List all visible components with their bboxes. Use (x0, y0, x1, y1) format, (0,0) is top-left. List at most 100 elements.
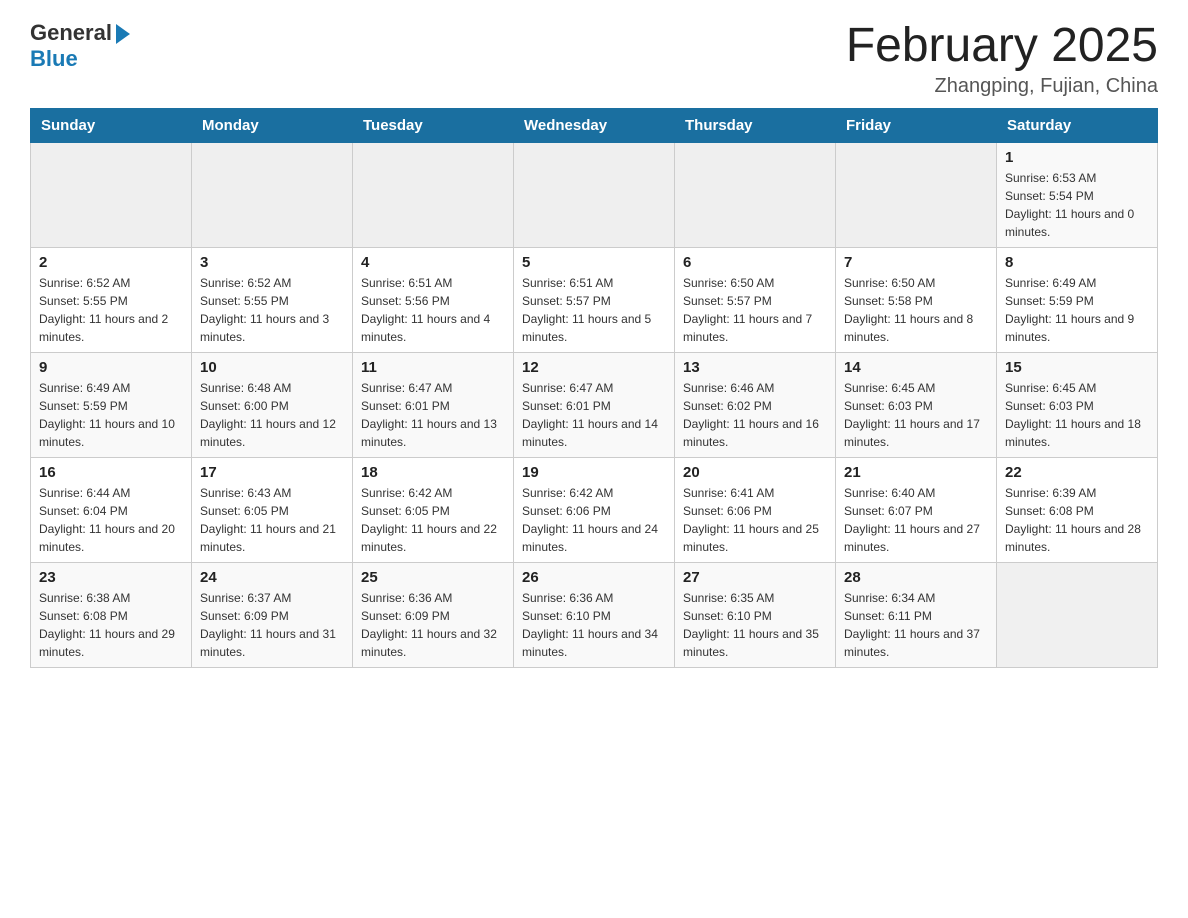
day-info: Sunrise: 6:50 AM Sunset: 5:58 PM Dayligh… (844, 274, 988, 346)
calendar-cell (31, 142, 192, 247)
calendar-cell: 20 Sunrise: 6:41 AM Sunset: 6:06 PM Dayli… (675, 457, 836, 562)
calendar-cell: 11 Sunrise: 6:47 AM Sunset: 6:01 PM Dayli… (353, 352, 514, 457)
day-number: 3 (200, 254, 344, 271)
day-number: 17 (200, 464, 344, 481)
calendar-table: SundayMondayTuesdayWednesdayThursdayFrid… (30, 108, 1158, 668)
day-info: Sunrise: 6:50 AM Sunset: 5:57 PM Dayligh… (683, 274, 827, 346)
day-info: Sunrise: 6:52 AM Sunset: 5:55 PM Dayligh… (200, 274, 344, 346)
day-info: Sunrise: 6:46 AM Sunset: 6:02 PM Dayligh… (683, 379, 827, 451)
day-info: Sunrise: 6:49 AM Sunset: 5:59 PM Dayligh… (1005, 274, 1149, 346)
calendar-cell (514, 142, 675, 247)
calendar-cell: 10 Sunrise: 6:48 AM Sunset: 6:00 PM Dayli… (192, 352, 353, 457)
day-number: 16 (39, 464, 183, 481)
day-info: Sunrise: 6:42 AM Sunset: 6:06 PM Dayligh… (522, 484, 666, 556)
day-number: 18 (361, 464, 505, 481)
calendar-body: 1 Sunrise: 6:53 AM Sunset: 5:54 PM Daylig… (31, 142, 1158, 667)
calendar-cell: 28 Sunrise: 6:34 AM Sunset: 6:11 PM Dayli… (836, 562, 997, 667)
day-number: 19 (522, 464, 666, 481)
day-number: 20 (683, 464, 827, 481)
day-number: 15 (1005, 359, 1149, 376)
day-number: 5 (522, 254, 666, 271)
day-number: 4 (361, 254, 505, 271)
day-info: Sunrise: 6:39 AM Sunset: 6:08 PM Dayligh… (1005, 484, 1149, 556)
day-number: 10 (200, 359, 344, 376)
day-number: 1 (1005, 149, 1149, 166)
week-row: 23Sunrise: 6:38 AM Sunset: 6:08 PM Dayli… (31, 562, 1158, 667)
month-title: February 2025 (846, 20, 1158, 73)
day-info: Sunrise: 6:40 AM Sunset: 6:07 PM Dayligh… (844, 484, 988, 556)
location-title: Zhangping, Fujian, China (846, 75, 1158, 98)
week-row: 9 Sunrise: 6:49 AM Sunset: 5:59 PM Daylig… (31, 352, 1158, 457)
calendar-cell (836, 142, 997, 247)
logo-general-text: General (30, 20, 112, 46)
day-info: Sunrise: 6:49 AM Sunset: 5:59 PM Dayligh… (39, 379, 183, 451)
day-number: 8 (1005, 254, 1149, 271)
weekday-header-row: SundayMondayTuesdayWednesdayThursdayFrid… (31, 108, 1158, 142)
calendar-cell: 22Sunrise: 6:39 AM Sunset: 6:08 PM Dayli… (997, 457, 1158, 562)
calendar-cell: 21Sunrise: 6:40 AM Sunset: 6:07 PM Dayli… (836, 457, 997, 562)
calendar-cell: 15 Sunrise: 6:45 AM Sunset: 6:03 PM Dayli… (997, 352, 1158, 457)
calendar-cell: 18 Sunrise: 6:42 AM Sunset: 6:05 PM Dayli… (353, 457, 514, 562)
day-info: Sunrise: 6:42 AM Sunset: 6:05 PM Dayligh… (361, 484, 505, 556)
day-info: Sunrise: 6:52 AM Sunset: 5:55 PM Dayligh… (39, 274, 183, 346)
calendar-cell: 1 Sunrise: 6:53 AM Sunset: 5:54 PM Daylig… (997, 142, 1158, 247)
calendar-cell: 27 Sunrise: 6:35 AM Sunset: 6:10 PM Dayli… (675, 562, 836, 667)
calendar-cell: 6 Sunrise: 6:50 AM Sunset: 5:57 PM Daylig… (675, 247, 836, 352)
day-number: 13 (683, 359, 827, 376)
calendar-cell: 23Sunrise: 6:38 AM Sunset: 6:08 PM Dayli… (31, 562, 192, 667)
day-info: Sunrise: 6:45 AM Sunset: 6:03 PM Dayligh… (844, 379, 988, 451)
day-number: 6 (683, 254, 827, 271)
day-info: Sunrise: 6:44 AM Sunset: 6:04 PM Dayligh… (39, 484, 183, 556)
calendar-cell: 13 Sunrise: 6:46 AM Sunset: 6:02 PM Dayli… (675, 352, 836, 457)
day-number: 27 (683, 569, 827, 586)
day-info: Sunrise: 6:45 AM Sunset: 6:03 PM Dayligh… (1005, 379, 1149, 451)
day-number: 25 (361, 569, 505, 586)
day-info: Sunrise: 6:48 AM Sunset: 6:00 PM Dayligh… (200, 379, 344, 451)
calendar-cell: 9 Sunrise: 6:49 AM Sunset: 5:59 PM Daylig… (31, 352, 192, 457)
day-info: Sunrise: 6:35 AM Sunset: 6:10 PM Dayligh… (683, 589, 827, 661)
calendar-cell: 2Sunrise: 6:52 AM Sunset: 5:55 PM Daylig… (31, 247, 192, 352)
weekday-header-sunday: Sunday (31, 108, 192, 142)
calendar-cell: 3 Sunrise: 6:52 AM Sunset: 5:55 PM Daylig… (192, 247, 353, 352)
day-number: 23 (39, 569, 183, 586)
weekday-header-thursday: Thursday (675, 108, 836, 142)
logo-blue-text: Blue (30, 46, 130, 72)
week-row: 2Sunrise: 6:52 AM Sunset: 5:55 PM Daylig… (31, 247, 1158, 352)
day-info: Sunrise: 6:47 AM Sunset: 6:01 PM Dayligh… (522, 379, 666, 451)
day-number: 26 (522, 569, 666, 586)
day-info: Sunrise: 6:36 AM Sunset: 6:10 PM Dayligh… (522, 589, 666, 661)
calendar-cell (192, 142, 353, 247)
calendar-cell: 12 Sunrise: 6:47 AM Sunset: 6:01 PM Dayli… (514, 352, 675, 457)
calendar-cell (353, 142, 514, 247)
logo-arrow-icon (116, 24, 130, 44)
weekday-header-wednesday: Wednesday (514, 108, 675, 142)
week-row: 1 Sunrise: 6:53 AM Sunset: 5:54 PM Daylig… (31, 142, 1158, 247)
weekday-header-tuesday: Tuesday (353, 108, 514, 142)
calendar-cell: 5 Sunrise: 6:51 AM Sunset: 5:57 PM Daylig… (514, 247, 675, 352)
calendar-cell: 14 Sunrise: 6:45 AM Sunset: 6:03 PM Dayli… (836, 352, 997, 457)
day-number: 28 (844, 569, 988, 586)
calendar-cell: 7Sunrise: 6:50 AM Sunset: 5:58 PM Daylig… (836, 247, 997, 352)
calendar-cell: 26 Sunrise: 6:36 AM Sunset: 6:10 PM Dayli… (514, 562, 675, 667)
day-info: Sunrise: 6:34 AM Sunset: 6:11 PM Dayligh… (844, 589, 988, 661)
day-info: Sunrise: 6:47 AM Sunset: 6:01 PM Dayligh… (361, 379, 505, 451)
weekday-header-friday: Friday (836, 108, 997, 142)
week-row: 16 Sunrise: 6:44 AM Sunset: 6:04 PM Dayli… (31, 457, 1158, 562)
day-number: 11 (361, 359, 505, 376)
calendar-cell (997, 562, 1158, 667)
calendar-cell (675, 142, 836, 247)
weekday-header-saturday: Saturday (997, 108, 1158, 142)
day-info: Sunrise: 6:51 AM Sunset: 5:56 PM Dayligh… (361, 274, 505, 346)
day-info: Sunrise: 6:36 AM Sunset: 6:09 PM Dayligh… (361, 589, 505, 661)
calendar-cell: 16 Sunrise: 6:44 AM Sunset: 6:04 PM Dayli… (31, 457, 192, 562)
day-number: 12 (522, 359, 666, 376)
day-number: 24 (200, 569, 344, 586)
calendar-cell: 19 Sunrise: 6:42 AM Sunset: 6:06 PM Dayli… (514, 457, 675, 562)
day-info: Sunrise: 6:51 AM Sunset: 5:57 PM Dayligh… (522, 274, 666, 346)
day-info: Sunrise: 6:41 AM Sunset: 6:06 PM Dayligh… (683, 484, 827, 556)
day-number: 14 (844, 359, 988, 376)
calendar-cell: 25 Sunrise: 6:36 AM Sunset: 6:09 PM Dayli… (353, 562, 514, 667)
calendar-header: SundayMondayTuesdayWednesdayThursdayFrid… (31, 108, 1158, 142)
day-number: 9 (39, 359, 183, 376)
day-info: Sunrise: 6:53 AM Sunset: 5:54 PM Dayligh… (1005, 169, 1149, 241)
